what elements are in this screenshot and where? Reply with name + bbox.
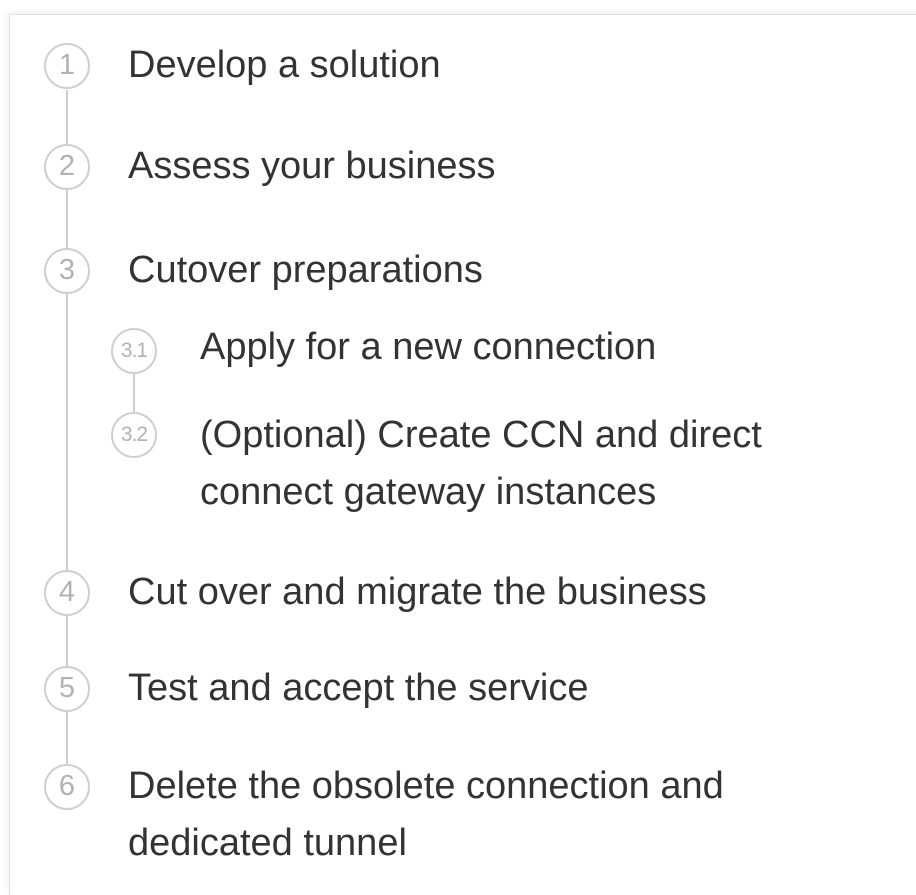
step-6-label-line-1: Delete the obsolete connection and — [128, 765, 724, 807]
substep-3-2-label-line-1: (Optional) Create CCN and direct — [200, 414, 762, 456]
step-4-number-circle: 4 — [44, 570, 90, 616]
substep-3-1-number-circle: 3.1 — [111, 328, 157, 374]
substep-3-2-label-line-2: connect gateway instances — [200, 471, 657, 513]
substep-3-1-label: Apply for a new connection — [200, 326, 657, 368]
step-5-number-circle: 5 — [44, 666, 90, 712]
step-6-label-line-2: dedicated tunnel — [128, 822, 407, 864]
step-2-number-circle: 2 — [44, 144, 90, 190]
step-6-number-circle: 6 — [44, 764, 90, 810]
step-1-label: Develop a solution — [128, 44, 441, 86]
step-5-label: Test and accept the service — [128, 667, 589, 709]
step-3-label: Cutover preparations — [128, 249, 483, 291]
substep-3-2-number-circle: 3.2 — [111, 412, 157, 458]
step-3-number-circle: 3 — [44, 248, 90, 294]
step-2-label: Assess your business — [128, 145, 496, 187]
step-4-label: Cut over and migrate the business — [128, 571, 707, 613]
substep-connector-line — [133, 374, 135, 412]
step-1-number-circle: 1 — [44, 43, 90, 89]
